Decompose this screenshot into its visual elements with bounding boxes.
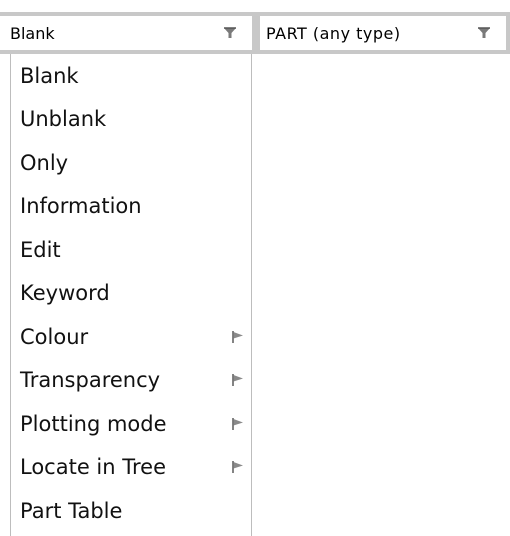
menu-item-label: Only: [20, 150, 69, 175]
menu-item-plotting-mode[interactable]: Plotting mode: [11, 402, 251, 446]
menu-item-label: Unblank: [20, 107, 107, 132]
menu-item-transparency[interactable]: Transparency: [11, 359, 251, 403]
filter-funnel-icon[interactable]: [476, 25, 492, 41]
entity-type-dropdown[interactable]: PART (any type): [256, 12, 510, 54]
menu-item-part-table[interactable]: Part Table: [11, 489, 251, 533]
submenu-flag-icon: [232, 374, 243, 387]
action-dropdown-menu: Blank Unblank Only Information Edit Keyw…: [10, 54, 252, 536]
menu-item-keyword[interactable]: Keyword: [11, 272, 251, 316]
menu-item-only[interactable]: Only: [11, 141, 251, 185]
menu-item-label: Part Table: [20, 498, 123, 523]
menu-item-unblank[interactable]: Unblank: [11, 98, 251, 142]
submenu-flag-icon: [232, 417, 243, 430]
submenu-flag-icon: [232, 461, 243, 474]
menu-item-label: Edit: [20, 237, 61, 262]
filter-funnel-icon[interactable]: [222, 25, 238, 41]
menu-item-information[interactable]: Information: [11, 185, 251, 229]
menu-item-edit[interactable]: Edit: [11, 228, 251, 272]
submenu-flag-icon: [232, 330, 243, 343]
action-dropdown[interactable]: Blank: [0, 12, 256, 54]
action-dropdown-value: Blank: [10, 23, 55, 43]
menu-item-label: Keyword: [20, 281, 110, 306]
menu-item-locate-in-tree[interactable]: Locate in Tree: [11, 446, 251, 490]
menu-item-label: Transparency: [20, 368, 161, 393]
entity-type-dropdown-value: PART (any type): [266, 23, 401, 43]
menu-item-label: Blank: [20, 63, 79, 88]
menu-item-blank[interactable]: Blank: [11, 54, 251, 98]
menu-item-label: Information: [20, 194, 142, 219]
application-window: Blank PART (any type) Blank Unblank Only: [0, 0, 510, 536]
menu-item-label: Locate in Tree: [20, 455, 166, 480]
menu-item-label: Colour: [20, 324, 89, 349]
menu-item-colour[interactable]: Colour: [11, 315, 251, 359]
menu-item-label: Plotting mode: [20, 411, 167, 436]
